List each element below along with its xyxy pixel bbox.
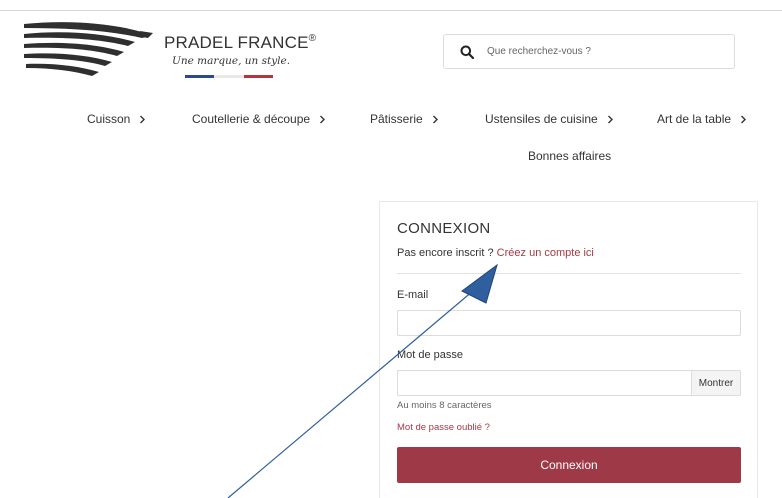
- chevron-right-icon: [607, 115, 613, 123]
- nav-item-bonnes-affaires[interactable]: Bonnes affaires: [528, 149, 611, 163]
- brand-name: PRADEL FRANCE®: [164, 33, 317, 52]
- nav-item-label: Ustensiles de cuisine: [485, 112, 598, 126]
- email-label: E-mail: [397, 289, 429, 301]
- nav-item-patisserie[interactable]: Pâtisserie: [370, 112, 439, 126]
- login-card: CONNEXION Pas encore inscrit ? Créez un …: [379, 201, 758, 498]
- nav-item-cuisson[interactable]: Cuisson: [87, 112, 146, 126]
- brand-logo[interactable]: PRADEL FRANCE® Une marque, un style.: [22, 20, 316, 82]
- chevron-right-icon: [741, 115, 747, 123]
- email-field[interactable]: [397, 310, 741, 336]
- create-account-link[interactable]: Créez un compte ici: [497, 247, 594, 259]
- nav-item-ustensiles[interactable]: Ustensiles de cuisine: [485, 112, 614, 126]
- nav-item-art-de-la-table[interactable]: Art de la table: [657, 112, 747, 126]
- signup-prompt: Pas encore inscrit ?: [397, 247, 494, 259]
- chevron-right-icon: [320, 115, 326, 123]
- brand-tagline: Une marque, un style.: [172, 55, 291, 67]
- nav-item-label: Art de la table: [657, 112, 732, 126]
- chevron-right-icon: [140, 115, 146, 123]
- flag-red: [243, 75, 273, 78]
- search-input[interactable]: [487, 46, 717, 57]
- wings-logo-icon: [24, 22, 153, 76]
- top-divider: [0, 10, 782, 11]
- search-bar[interactable]: [443, 34, 735, 69]
- flag-blue: [185, 75, 215, 78]
- forgot-password-link[interactable]: Mot de passe oublié ?: [397, 422, 490, 433]
- password-group: Montrer: [397, 370, 741, 396]
- nav-item-label: Coutellerie & découpe: [192, 112, 311, 126]
- login-submit-button[interactable]: Connexion: [397, 447, 741, 483]
- login-title: CONNEXION: [397, 220, 491, 237]
- signup-line: Pas encore inscrit ? Créez un compte ici: [397, 247, 594, 259]
- search-icon[interactable]: [460, 45, 474, 59]
- nav-item-label: Pâtisserie: [370, 112, 423, 126]
- flag-white: [214, 75, 244, 78]
- password-field[interactable]: [397, 370, 691, 396]
- password-hint: Au moins 8 caractères: [397, 400, 492, 411]
- chevron-right-icon: [432, 115, 438, 123]
- card-divider: [397, 273, 741, 274]
- show-password-button[interactable]: Montrer: [691, 370, 741, 396]
- password-label: Mot de passe: [397, 349, 464, 361]
- flag-bar: [185, 75, 273, 78]
- nav-item-label: Cuisson: [87, 112, 131, 126]
- nav-item-coutellerie[interactable]: Coutellerie & découpe: [192, 112, 326, 126]
